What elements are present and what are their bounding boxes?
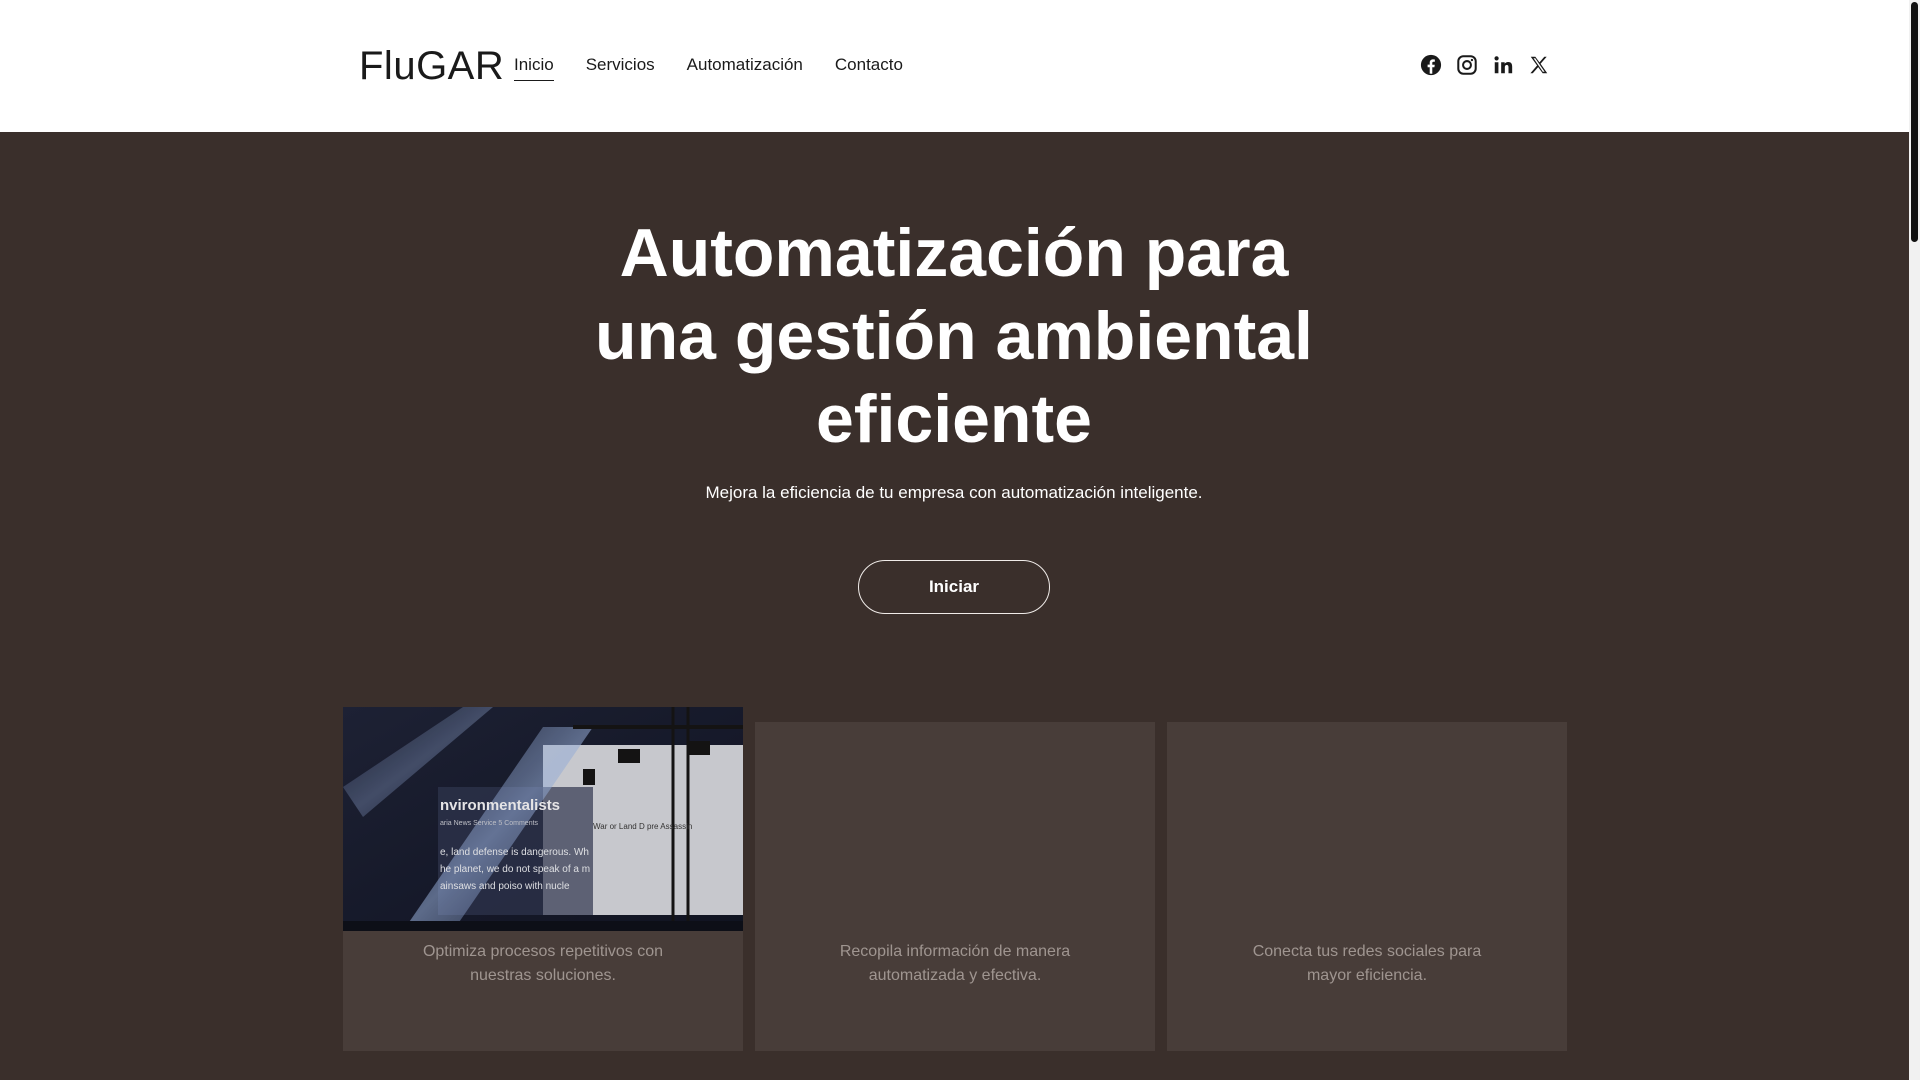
nav-item-servicios[interactable]: Servicios [586,54,655,81]
service-card-1: nvironmentalists aria News Service 5 Com… [343,707,743,1051]
hero-title-line-2: una gestión ambiental [595,298,1313,374]
facebook-icon[interactable] [1420,54,1442,76]
image-line-1: e, land defense is dangerous. Wh [440,847,589,858]
page: FluGAR Inicio Servicios Automatización C… [0,0,1920,1080]
image-line-2: he planet, we do not speak of a m [440,864,590,875]
card-1-text: Optimiza procesos repetitivos con nuestr… [343,940,743,988]
service-card-3: Conecta tus redes sociales para mayor ef… [1167,722,1567,1051]
hero-subtitle: Mejora la eficiencia de tu empresa con a… [705,483,1203,502]
image-line-3: ainsaws and poiso with nucle [440,881,570,892]
instagram-icon[interactable] [1456,54,1478,76]
card-2-line-2: automatizada y efectiva. [868,967,1042,984]
page-scrollbar[interactable] [1909,0,1920,1080]
card-3-text: Conecta tus redes sociales para mayor ef… [1167,940,1567,988]
image-heading-text: nvironmentalists [440,797,560,814]
card-2-text: Recopila información de manera automatiz… [755,940,1155,988]
start-button[interactable]: Iniciar [858,560,1050,614]
image-side-text: War or Land D pre Assassin [593,822,692,831]
card-2-line-1: Recopila información de manera [839,943,1071,960]
linkedin-icon[interactable] [1492,54,1514,76]
hero-title: Automatización para una gestión ambienta… [554,212,1354,461]
x-icon[interactable] [1528,54,1550,76]
card-1-line-1: Optimiza procesos repetitivos con [422,943,664,960]
scrollbar-thumb[interactable] [1911,2,1918,242]
hero-title-line-1: Automatización para [619,215,1289,291]
nav-item-contacto[interactable]: Contacto [835,54,903,81]
card-1-line-2: nuestras soluciones. [470,967,616,984]
site-header: FluGAR Inicio Servicios Automatización C… [0,0,1909,132]
hero-title-line-3: eficiente [816,381,1092,457]
site-logo[interactable]: FluGAR [359,42,504,90]
service-card-2: Recopila información de manera automatiz… [755,722,1155,1051]
card-3-line-1: Conecta tus redes sociales para [1252,943,1482,960]
hero-section: Automatización para una gestión ambienta… [0,132,1909,1080]
social-links [1420,54,1550,76]
main-nav: Inicio Servicios Automatización Contacto [514,54,903,81]
image-meta-text: aria News Service 5 Comments [440,820,539,827]
nav-item-inicio[interactable]: Inicio [514,54,554,81]
card-3-line-2: mayor eficiencia. [1306,967,1428,984]
environmentalists-image: nvironmentalists aria News Service 5 Com… [343,707,743,931]
nav-item-automatizacion[interactable]: Automatización [687,54,803,81]
